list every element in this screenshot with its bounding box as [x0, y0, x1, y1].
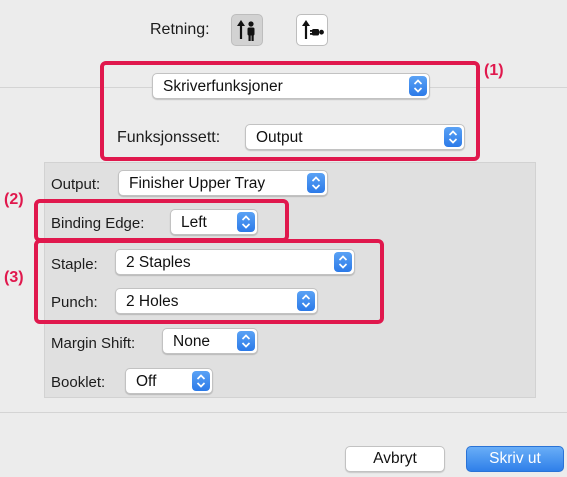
portrait-person-icon [237, 20, 255, 41]
print-dialog: Retning: Skriverfunksjoner Funksjonssett… [0, 0, 567, 477]
booklet-select[interactable]: Off [125, 368, 213, 394]
orientation-label: Retning: [150, 21, 210, 38]
output-select[interactable]: Finisher Upper Tray [118, 170, 328, 196]
landscape-person-icon [302, 20, 324, 39]
margin-shift-label: Margin Shift: [51, 335, 136, 352]
margin-shift-value: None [173, 333, 211, 350]
margin-shift-select[interactable]: None [162, 328, 258, 354]
cancel-button[interactable]: Avbryt [345, 446, 445, 472]
chevron-updown-icon [237, 331, 255, 351]
bottom-divider [0, 412, 567, 413]
callout-label-2: (2) [4, 191, 24, 208]
callout-box-2 [34, 199, 289, 242]
landscape-orientation-button[interactable] [296, 14, 328, 46]
callout-label-1: (1) [484, 62, 504, 79]
callout-box-1 [100, 61, 480, 161]
print-button[interactable]: Skriv ut [466, 446, 564, 472]
callout-box-3 [34, 239, 384, 324]
booklet-value: Off [136, 373, 157, 390]
output-value: Finisher Upper Tray [129, 175, 266, 192]
chevron-updown-icon [307, 173, 325, 193]
callout-label-3: (3) [4, 269, 24, 286]
portrait-orientation-button[interactable] [231, 14, 263, 46]
output-label: Output: [51, 176, 101, 193]
booklet-label: Booklet: [51, 374, 106, 391]
chevron-updown-icon [192, 371, 210, 391]
